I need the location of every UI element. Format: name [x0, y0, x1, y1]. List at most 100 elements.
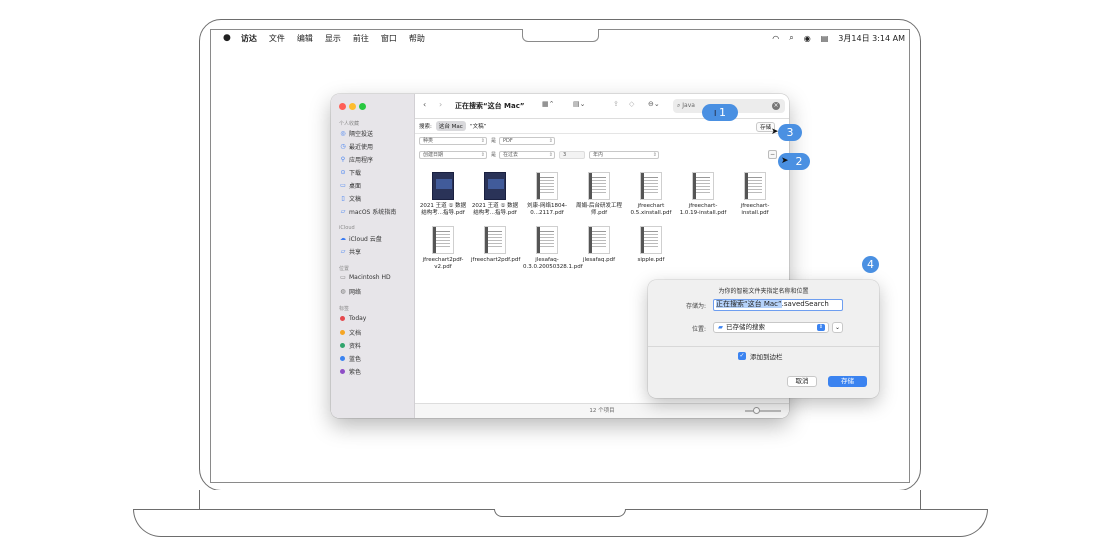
expand-button[interactable]: ⌄ — [832, 322, 843, 333]
group-icon[interactable]: ▤⌄ — [573, 100, 585, 108]
sidebar-tag-docs[interactable]: 文档 — [339, 328, 361, 337]
file-item[interactable]: sipple.pdf — [627, 226, 675, 264]
shared-folder-icon: ▱ — [340, 248, 346, 255]
search-text: Java — [682, 102, 695, 109]
sidebar-item-applications[interactable]: ⚲ 应用程序 — [339, 155, 373, 164]
file-name: jfreechart2pdf-v2.pdf — [422, 257, 464, 270]
callout-3: 3 — [778, 124, 802, 141]
apple-icon[interactable]: ● — [223, 33, 231, 43]
scope-documents[interactable]: “文稿” — [470, 122, 487, 130]
sidebar-item-macintosh-hd[interactable]: ▭ Macintosh HD — [339, 274, 390, 281]
where-select[interactable]: ▰ 已存储的搜索 ⇕ — [713, 322, 829, 333]
sidebar-item-desktop[interactable]: ▭ 桌面 — [339, 181, 361, 190]
user-icon[interactable]: ◉ — [804, 34, 811, 43]
criteria-row-2: 创建日期 ⇕ 是 在过去 ⇕ 3 年内 ⇕ − — [415, 148, 789, 162]
cancel-button[interactable]: 取消 — [787, 376, 817, 387]
sidebar-item-documents[interactable]: ▯ 文稿 — [339, 194, 361, 203]
minimize-window-button[interactable] — [349, 103, 356, 110]
pdf-thumbnail-icon — [484, 172, 506, 200]
criteria-value-select[interactable]: 在过去 ⇕ — [499, 151, 555, 159]
more-actions-icon[interactable]: ⊖⌄ — [648, 100, 660, 108]
scope-this-mac[interactable]: 这台 Mac — [435, 120, 466, 131]
tag-dot — [340, 356, 345, 361]
back-icon[interactable]: ‹ — [423, 100, 426, 109]
file-item[interactable]: jfreechart2pdf-v2.pdf — [419, 226, 467, 271]
control-center-icon[interactable]: ▤ — [821, 34, 829, 43]
menu-file[interactable]: 文件 — [269, 33, 285, 44]
menu-window[interactable]: 窗口 — [381, 33, 397, 44]
sidebar-tag-materials[interactable]: 资料 — [339, 341, 361, 350]
criteria-attribute-select[interactable]: 种类 ⇕ — [419, 137, 487, 145]
clear-search-icon[interactable]: × — [772, 102, 780, 110]
file-item[interactable]: jfreechart-1.0.19-install.pdf — [679, 172, 727, 217]
folder-icon: ▰ — [718, 323, 723, 331]
menu-help[interactable]: 帮助 — [409, 33, 425, 44]
file-name: jlesafaq.pdf — [582, 257, 616, 263]
sidebar-item-network[interactable]: ◍ 网络 — [339, 287, 361, 296]
criteria-unit-select[interactable]: 年内 ⇕ — [589, 151, 659, 159]
clock-icon: ◷ — [340, 143, 346, 150]
slider-knob[interactable] — [753, 407, 760, 414]
file-item[interactable]: 2021 王道 ① 数据结构考...指导.pdf — [471, 172, 519, 217]
checkmark-icon[interactable]: ✓ — [738, 352, 746, 360]
laptop-thumb-groove — [494, 509, 626, 517]
menu-finder[interactable]: 访达 — [241, 33, 257, 44]
share-icon[interactable]: ⇪ — [613, 100, 619, 108]
file-item[interactable]: 周娟-后台研发工程师.pdf — [575, 172, 623, 217]
close-window-button[interactable] — [339, 103, 346, 110]
sidebar-tag-today[interactable]: Today — [339, 315, 366, 322]
save-button[interactable]: 存储 — [828, 376, 867, 387]
sidebar-tag-purple[interactable]: 紫色 — [339, 367, 361, 376]
pointer-cursor-icon: ➤ — [781, 156, 789, 166]
file-item[interactable]: jfreechart2pdf.pdf — [471, 226, 520, 264]
sidebar-item-label: iCloud 云盘 — [349, 236, 382, 243]
search-icon[interactable]: ⌕ — [789, 33, 793, 43]
sidebar-tag-blue[interactable]: 蓝色 — [339, 354, 361, 363]
sidebar-item-shared[interactable]: ▱ 共享 — [339, 247, 361, 256]
file-item[interactable]: jfreechart 0.5.xinstall.pdf — [627, 172, 675, 217]
criteria-value-select[interactable]: PDF ⇕ — [499, 137, 555, 145]
filename-extension: .savedSearch — [781, 300, 829, 308]
download-icon: ⊙ — [340, 169, 346, 176]
tag-icon[interactable]: ◇ — [629, 100, 634, 108]
finder-sidebar: 个人收藏 ◎ 隔空投送 ◷ 最近使用 ⚲ 应用程序 ⊙ 下载 ▭ 桌面 ▯ 文稿 ▱ macO… — [331, 94, 415, 418]
menu-view[interactable]: 显示 — [325, 33, 341, 44]
icon-view-icon[interactable]: ▦⌃ — [542, 100, 554, 108]
sidebar-item-recents[interactable]: ◷ 最近使用 — [339, 142, 373, 151]
menubar-clock[interactable]: 3月14日 3:14 AM — [838, 33, 905, 44]
file-item[interactable]: 刘康-网络1804-0...2117.pdf — [523, 172, 571, 217]
sidebar-item-airdrop[interactable]: ◎ 隔空投送 — [339, 129, 373, 138]
file-name: 2021 王道 ① 数据结构考...指导.pdf — [419, 203, 467, 216]
icon-size-slider[interactable] — [745, 407, 781, 414]
criteria-attribute-select[interactable]: 创建日期 ⇕ — [419, 151, 487, 159]
file-item[interactable]: jfreechart-install.pdf — [731, 172, 779, 217]
add-to-sidebar-checkbox[interactable]: ✓ 添加到边栏 — [738, 351, 783, 361]
sidebar-item-macos-guide[interactable]: ▱ macOS 系统指南 — [339, 207, 397, 216]
pdf-thumbnail-icon — [692, 172, 714, 200]
criteria-number-field[interactable]: 3 — [559, 151, 585, 159]
chevron-icon: ⇕ — [548, 138, 553, 144]
remove-criteria-button[interactable]: − — [768, 150, 777, 159]
file-name: 刘康-网络1804-0...2117.pdf — [527, 203, 567, 216]
sidebar-item-downloads[interactable]: ⊙ 下载 — [339, 168, 361, 177]
chevron-icon: ⇕ — [548, 152, 553, 158]
file-item[interactable]: jlesafaq-0.3.0.20050328.1.pdf — [523, 226, 583, 271]
sidebar-header-tags: 标签 — [339, 306, 350, 312]
menu-go[interactable]: 前往 — [353, 33, 369, 44]
file-item[interactable]: jlesafaq.pdf — [575, 226, 623, 264]
laptop-hinge — [199, 490, 921, 510]
zoom-window-button[interactable] — [359, 103, 366, 110]
forward-icon[interactable]: › — [439, 100, 442, 109]
cloud-icon: ☁ — [340, 235, 346, 242]
file-name: sipple.pdf — [637, 257, 665, 263]
disk-icon: ▭ — [340, 274, 346, 281]
menu-edit[interactable]: 编辑 — [297, 33, 313, 44]
sidebar-item-label: 最近使用 — [349, 144, 374, 151]
file-name: 周娟-后台研发工程师.pdf — [576, 203, 622, 216]
save-as-field[interactable]: 正在搜索“这台 Mac”.savedSearch — [713, 299, 843, 311]
criteria-operator: 是 — [491, 152, 497, 158]
wifi-icon[interactable]: ◠ — [772, 34, 779, 43]
criteria-operator: 是 — [491, 138, 497, 144]
file-item[interactable]: 2021 王道 ① 数据结构考...指导.pdf — [419, 172, 467, 217]
sidebar-item-icloud-drive[interactable]: ☁ iCloud 云盘 — [339, 234, 382, 243]
